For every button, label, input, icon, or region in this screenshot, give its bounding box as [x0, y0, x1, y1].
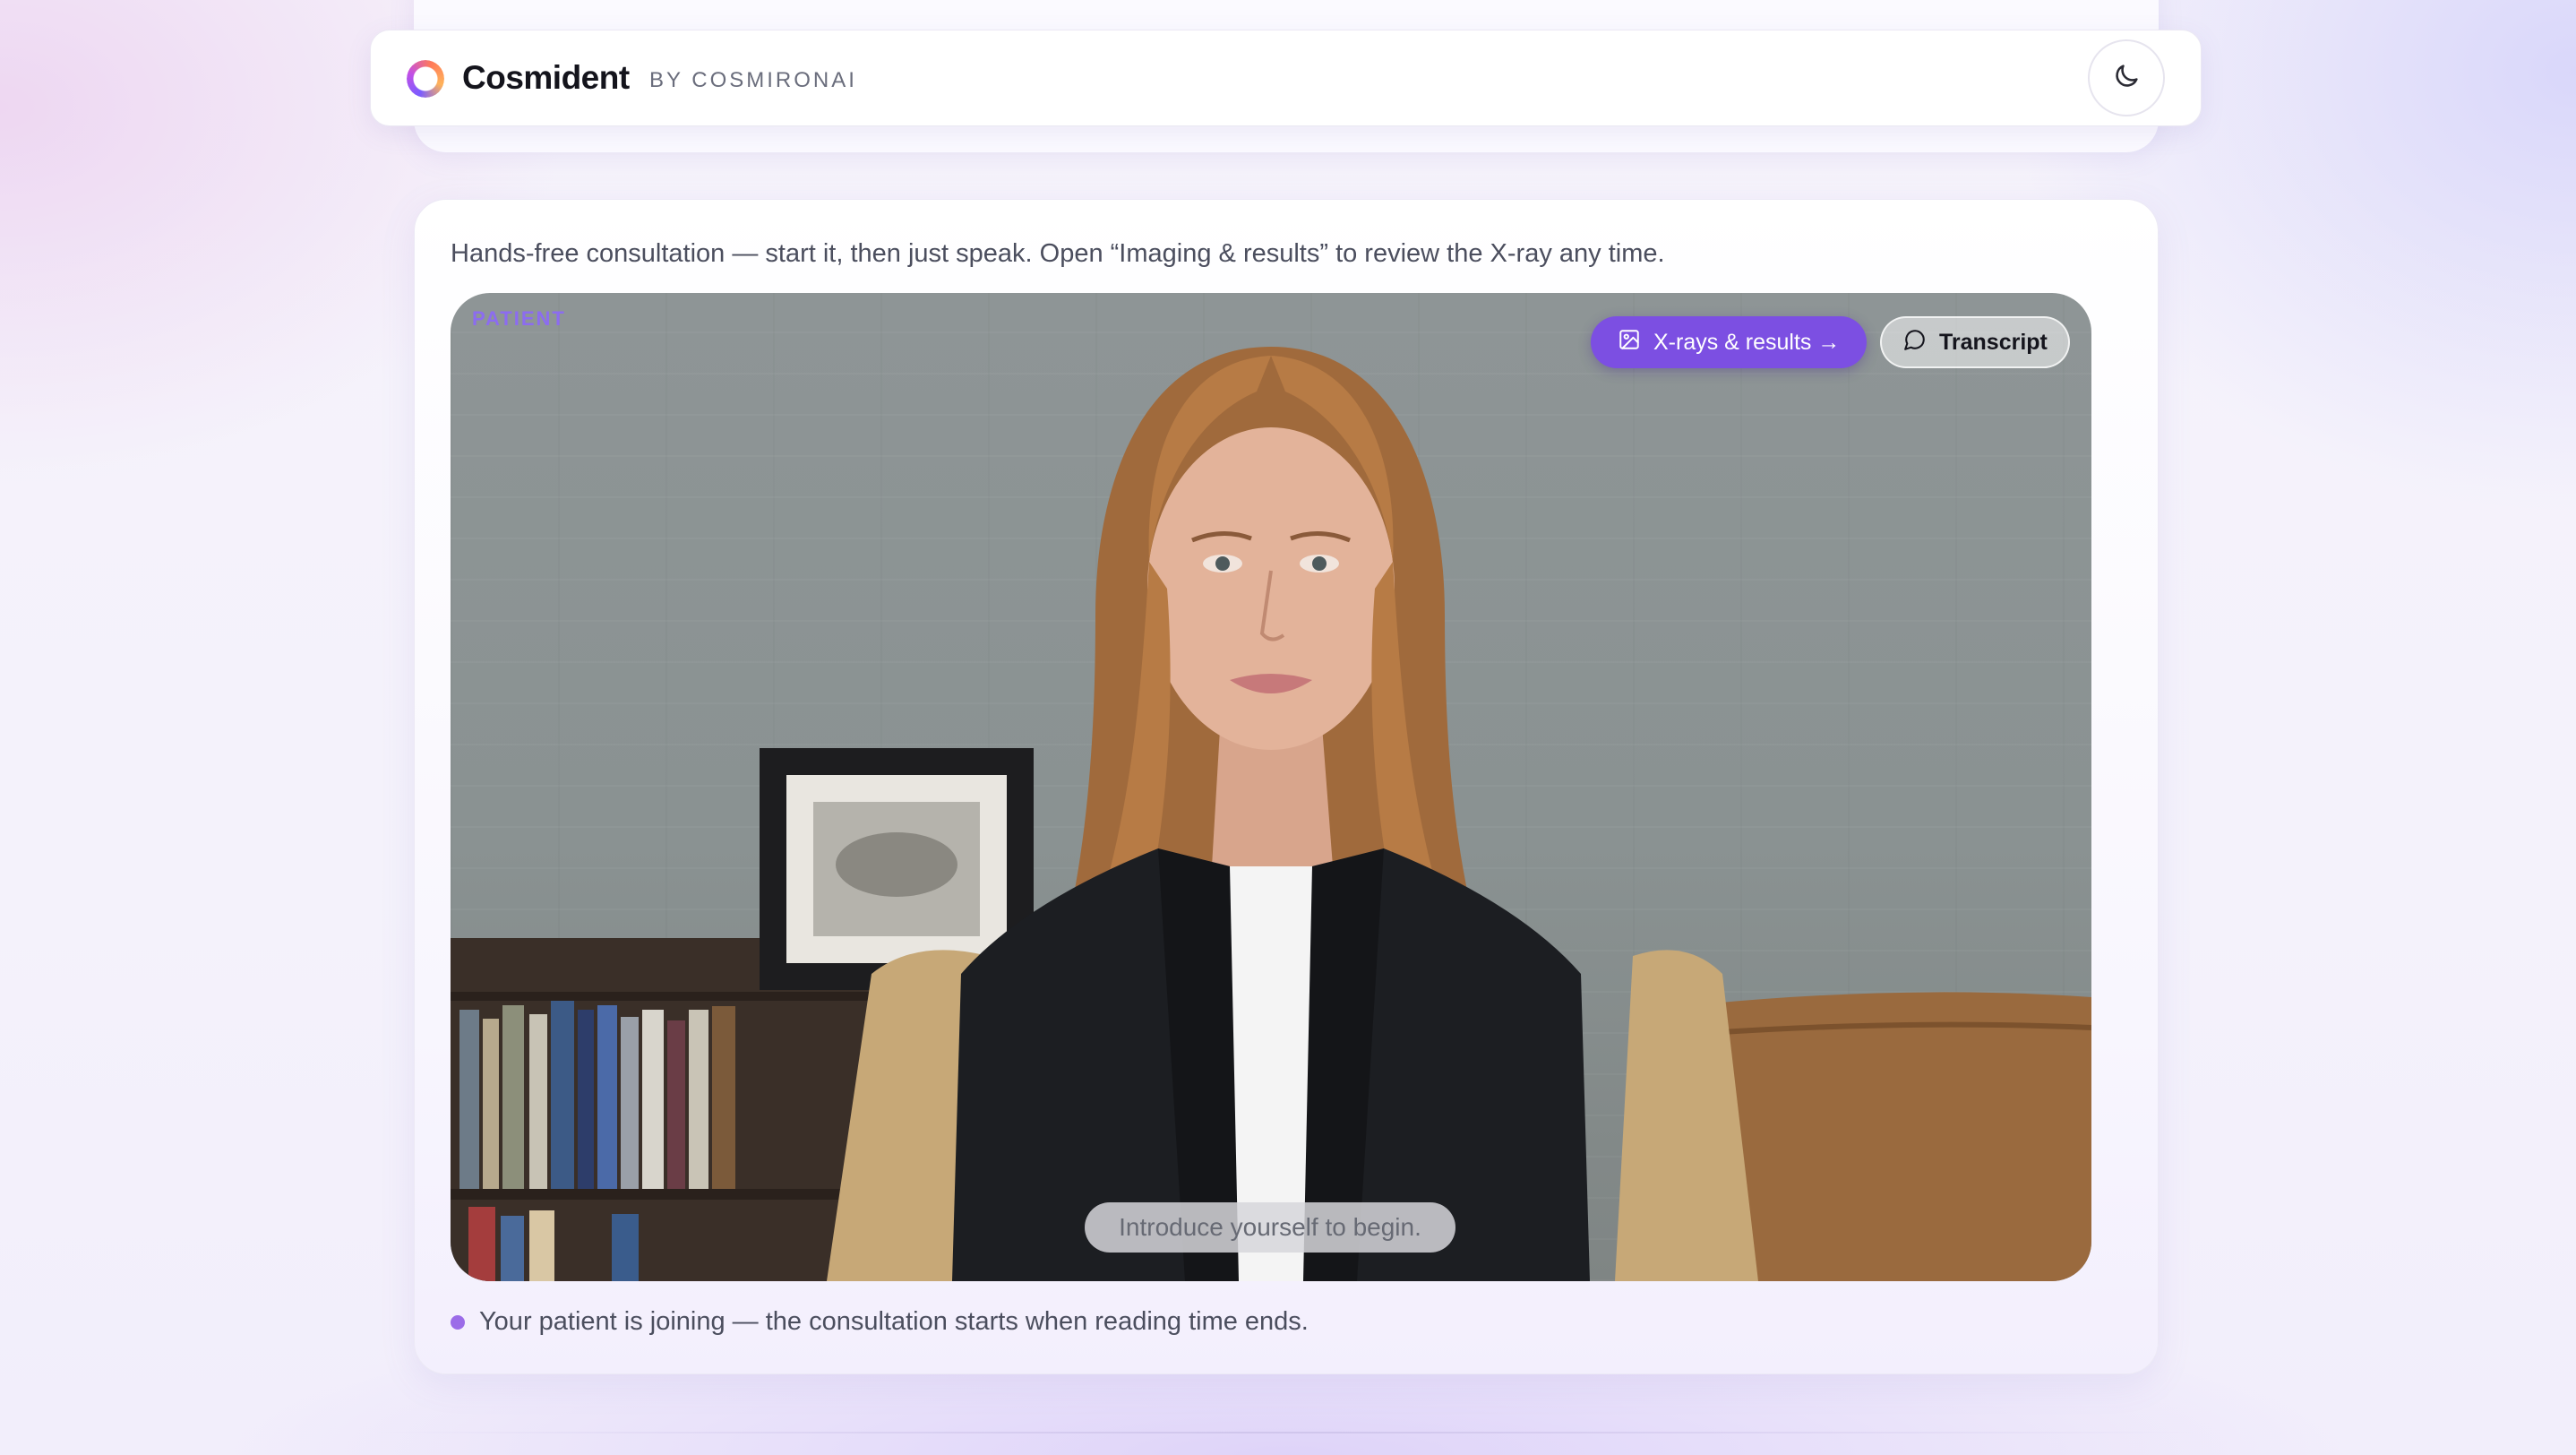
status-dot-icon	[451, 1314, 465, 1330]
ring-logo-icon	[407, 60, 444, 98]
consultation-intro: Hands-free consultation — start it, then…	[451, 239, 1665, 268]
patient-video[interactable]: PATIENT X-rays & results → Transcript In…	[451, 293, 2091, 1281]
theme-toggle-button[interactable]	[2088, 39, 2165, 116]
chat-bubble-icon	[1903, 328, 1927, 357]
brand-byline: BY COSMIRONAI	[649, 68, 857, 92]
xrays-results-button[interactable]: X-rays & results →	[1591, 316, 1867, 368]
transcript-button[interactable]: Transcript	[1880, 316, 2070, 368]
status-text: Your patient is joining — the consultati…	[479, 1307, 1309, 1336]
top-header: Cosmident BY COSMIRONAI	[370, 30, 2202, 126]
consultation-card: Hands-free consultation — start it, then…	[414, 199, 2159, 1374]
transcript-label: Transcript	[1939, 329, 2048, 355]
consultation-status: Your patient is joining — the consultati…	[451, 1307, 1309, 1337]
brand-name: Cosmident	[462, 59, 630, 96]
speaker-tag: PATIENT	[472, 307, 566, 330]
live-caption: Introduce yourself to begin.	[1085, 1202, 1455, 1253]
moon-icon	[2111, 61, 2142, 96]
image-icon	[1618, 328, 1641, 357]
footer-divider	[370, 1432, 2202, 1433]
patient-video-frame	[451, 347, 2091, 1281]
xrays-results-label: X-rays & results →	[1653, 329, 1841, 355]
